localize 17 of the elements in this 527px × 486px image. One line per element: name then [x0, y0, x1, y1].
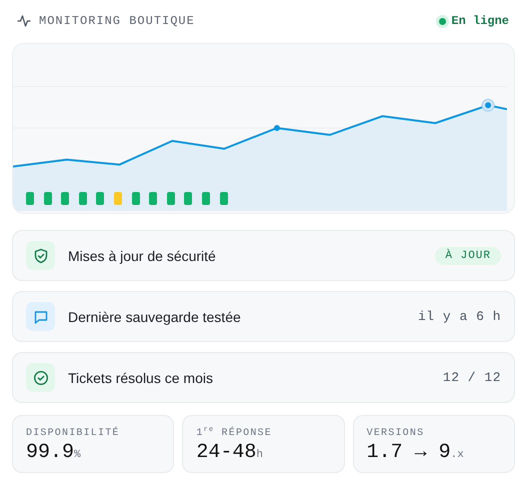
stat-value: 24-48h	[196, 441, 263, 464]
stat-value: 1.7 → 9.x	[366, 441, 464, 464]
row-value: 12 / 12	[442, 370, 501, 385]
dashboard-title: MONITORING BOUTIQUE	[39, 14, 195, 28]
row-label: Dernière sauvegarde testée	[68, 308, 242, 324]
stat-value: 99.9%	[26, 441, 81, 464]
row-value: il y a 6 h	[418, 309, 501, 324]
status-label: En ligne	[451, 14, 509, 28]
stat-label: DISPONIBILITÉ	[26, 428, 120, 439]
chat-icon	[26, 302, 55, 331]
shield-check-icon	[26, 241, 55, 270]
stat-label: 1$^{re}$ RÉPONSE	[196, 428, 272, 439]
activity-icon	[17, 15, 31, 27]
status-badge: À JOUR	[435, 246, 501, 264]
row-label: Mises à jour de sécurité	[68, 248, 217, 264]
stat-label: VERSIONS	[366, 428, 424, 439]
row-label: Tickets résolus ce mois	[68, 370, 214, 386]
